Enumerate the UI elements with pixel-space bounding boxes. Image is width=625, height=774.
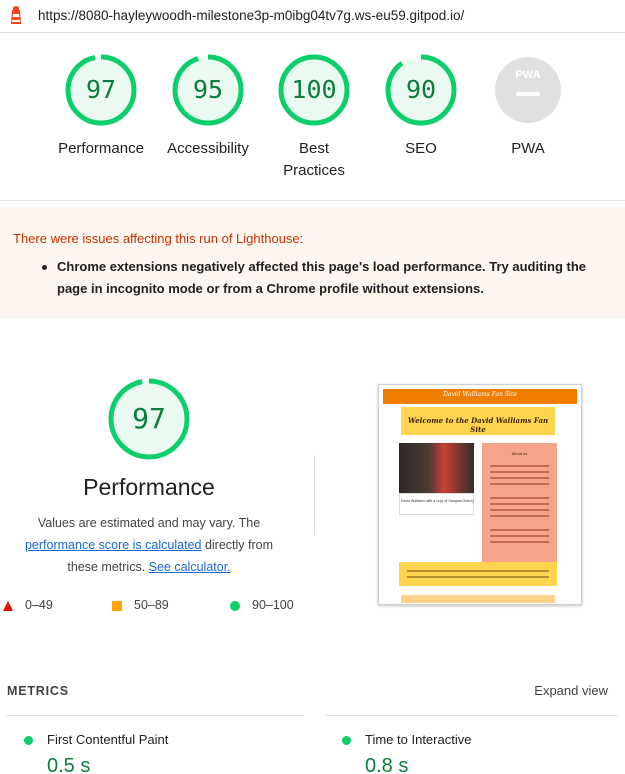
screenshot-bottom-bar bbox=[401, 595, 555, 603]
gauge-ring: 97 bbox=[65, 54, 137, 126]
gauge-seo[interactable]: 90 SEO bbox=[371, 54, 471, 160]
gauge-label: PWA bbox=[511, 140, 545, 157]
metrics-heading: METRICS bbox=[7, 684, 69, 698]
gauge-label: SEO bbox=[405, 140, 437, 157]
performance-gauge-large: 97 bbox=[108, 378, 190, 460]
screenshot-photo-card: David Walliams with a copy of Gangsta Gr… bbox=[399, 443, 474, 515]
gauge-score: 95 bbox=[192, 75, 224, 104]
metric-value: 0.5 s bbox=[47, 755, 91, 774]
metric-divider bbox=[325, 715, 618, 716]
screenshot-caption-text: David Walliams with a copy of Gangsta Gr… bbox=[400, 499, 474, 503]
address-bar: https://8080-hayleywoodh-milestone3p-m0i… bbox=[0, 0, 625, 33]
legend-fail: 0–49 bbox=[3, 598, 53, 612]
warning-title: There were issues affecting this run of … bbox=[13, 231, 304, 246]
warning-item: Chrome extensions negatively affected th… bbox=[42, 256, 602, 300]
gauge-ring: 95 bbox=[172, 54, 244, 126]
screenshot-about-title: About us bbox=[511, 451, 528, 456]
screenshot-photo bbox=[399, 443, 474, 493]
lighthouse-icon bbox=[11, 6, 21, 24]
metric-value: 0.8 s bbox=[365, 755, 409, 774]
triangle-icon bbox=[3, 600, 13, 611]
screenshot-navbar: David Walliams Fan Site bbox=[383, 389, 577, 404]
gauge-score: 100 bbox=[291, 75, 337, 104]
performance-description: Values are estimated and may vary. The p… bbox=[10, 512, 288, 578]
pass-circle-icon bbox=[24, 736, 33, 745]
pwa-badge-text: PWA bbox=[515, 69, 540, 81]
gauge-ring: 90 bbox=[385, 54, 457, 126]
gauge-label: Accessibility bbox=[167, 140, 249, 157]
screenshot-photo-caption: David Walliams with a copy of Gangsta Gr… bbox=[399, 493, 474, 515]
pass-circle-icon bbox=[342, 736, 351, 745]
expand-view-toggle[interactable]: Expand view bbox=[534, 683, 608, 698]
score-calculated-link[interactable]: performance score is calculated bbox=[25, 538, 201, 552]
desc-text-1: Values are estimated and may vary. The bbox=[37, 516, 261, 530]
metric-divider bbox=[6, 715, 304, 716]
legend-pass: 90–100 bbox=[230, 598, 294, 612]
pwa-dash bbox=[516, 92, 540, 96]
metric-name: Time to Interactive bbox=[365, 732, 472, 747]
see-calculator-link[interactable]: See calculator. bbox=[149, 560, 231, 574]
metric-name: First Contentful Paint bbox=[47, 732, 169, 747]
section-separator bbox=[314, 455, 315, 535]
gauge-ring: 100 bbox=[278, 54, 350, 126]
final-screenshot[interactable]: David Walliams Fan Site Welcome to the D… bbox=[378, 384, 582, 605]
gauge-ring: PWA bbox=[492, 54, 564, 126]
legend-average: 50–89 bbox=[112, 598, 169, 612]
screenshot-about-card: About us bbox=[482, 443, 557, 567]
legend-range-average: 50–89 bbox=[134, 598, 169, 612]
performance-heading: Performance bbox=[83, 474, 215, 500]
screenshot-welcome-banner: Welcome to the David Walliams Fan Site bbox=[401, 407, 555, 435]
screenshot-site-title: David Walliams Fan Site bbox=[443, 391, 517, 398]
legend-range-fail: 0–49 bbox=[25, 598, 53, 612]
screenshot-footer-banner bbox=[399, 562, 557, 586]
gauge-pwa[interactable]: PWA PWA bbox=[478, 54, 578, 160]
gauge-label: Performance bbox=[58, 140, 144, 157]
warning-list: Chrome extensions negatively affected th… bbox=[42, 256, 602, 300]
gauge-divider bbox=[0, 200, 625, 201]
gauge-score: 90 bbox=[405, 75, 437, 104]
gauge-accessibility[interactable]: 95 Accessibility bbox=[158, 54, 258, 160]
circle-icon bbox=[230, 600, 240, 611]
performance-score-large: 97 bbox=[132, 402, 166, 435]
gauge-arc: PWA bbox=[495, 57, 561, 123]
gauge-label: Best Practices bbox=[283, 140, 345, 179]
gauge-best-practices[interactable]: 100 Best Practices bbox=[264, 54, 364, 182]
gauge-score: 97 bbox=[85, 75, 117, 104]
gauge-performance[interactable]: 97 Performance bbox=[51, 54, 151, 160]
legend-range-pass: 90–100 bbox=[252, 598, 294, 612]
square-icon bbox=[112, 600, 122, 611]
screenshot-welcome-text: Welcome to the David Walliams Fan Site bbox=[407, 416, 549, 434]
page-url[interactable]: https://8080-hayleywoodh-milestone3p-m0i… bbox=[38, 8, 464, 23]
warning-box: There were issues affecting this run of … bbox=[0, 207, 625, 319]
